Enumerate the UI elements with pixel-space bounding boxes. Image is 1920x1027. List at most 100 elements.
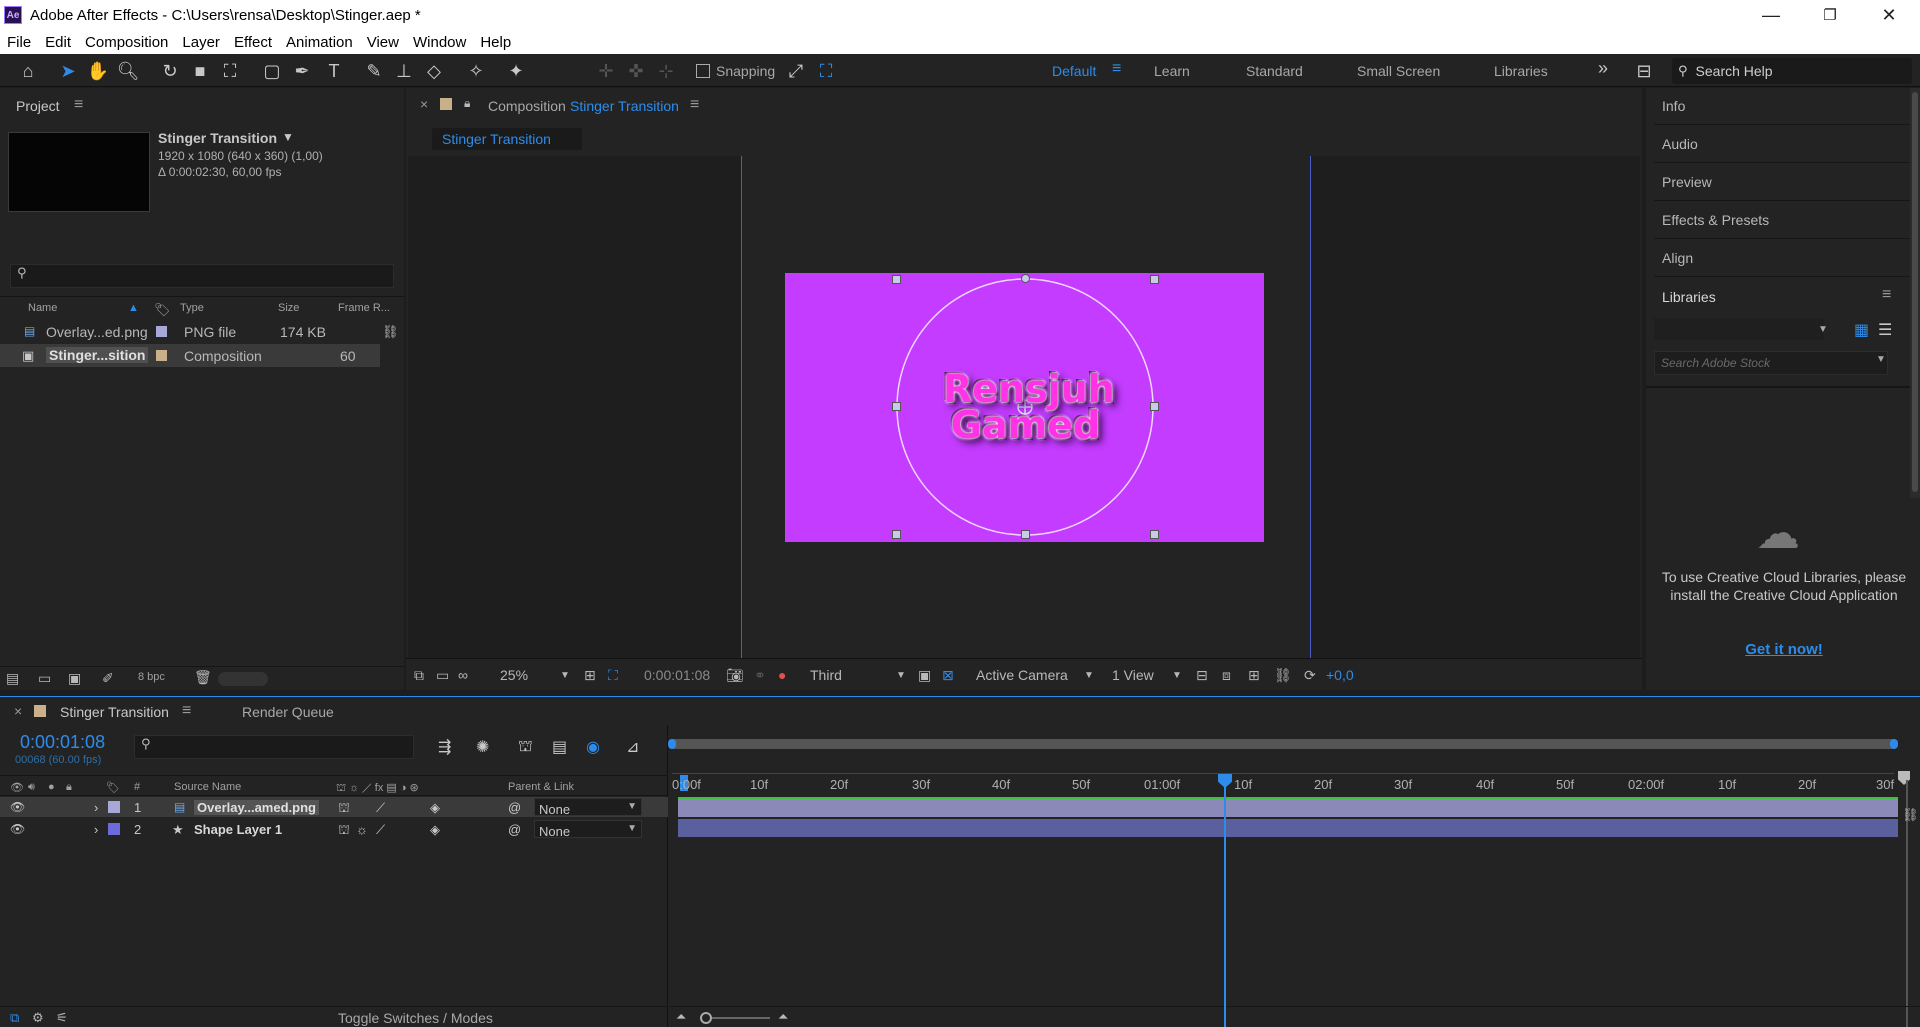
reset-exposure-button-icon[interactable]: ⟳	[1304, 667, 1316, 684]
solo-column-icon[interactable]: ●	[48, 781, 55, 793]
in-out-panes-icon[interactable]: ⚟	[56, 1010, 68, 1026]
layer-row-2[interactable]: 👁︎ › 2 ★ Shape Layer 1 ⛫ ☼ ⟋ ◈ @ None ▼	[0, 819, 668, 839]
workspace-standard[interactable]: Standard	[1246, 63, 1303, 79]
transfer-controls-icon[interactable]: ⚙	[32, 1010, 44, 1026]
expand-chevron-icon[interactable]: ›	[94, 800, 98, 815]
zoom-in-icon[interactable]: ⏶	[778, 1009, 788, 1025]
zoom-tool-icon[interactable]: 🔍︎	[116, 59, 140, 83]
reset-exposure-icon[interactable]: ⧈	[1222, 667, 1231, 684]
menu-help[interactable]: Help	[473, 34, 518, 51]
transparency-grid-icon[interactable]: ⊠	[942, 667, 954, 684]
close-window-button[interactable]: ✕	[1860, 0, 1918, 30]
pick-whip-icon[interactable]: @	[508, 800, 521, 815]
rotation-tool-icon[interactable]: ↻	[158, 59, 182, 83]
workspace-small-screen[interactable]: Small Screen	[1357, 63, 1440, 79]
snap-features-icon[interactable]: ⛶	[814, 59, 838, 83]
workspace-learn[interactable]: Learn	[1154, 63, 1190, 79]
panel-effects-presets[interactable]: Effects & Presets	[1662, 212, 1769, 228]
audio-column-icon[interactable]: 🔊︎	[28, 781, 35, 794]
shy-switch-icon[interactable]: ⛫	[338, 800, 350, 818]
panel-menu-icon[interactable]: ≡	[74, 96, 83, 114]
shy-switch-icon[interactable]: ⛫	[338, 822, 350, 840]
workspace-libraries[interactable]: Libraries	[1494, 63, 1548, 79]
panel-preview[interactable]: Preview	[1662, 174, 1712, 190]
camera-snapshot-icon[interactable]: 📷︎	[726, 667, 744, 684]
label-tag-icon[interactable]: 🏷︎	[154, 302, 171, 318]
new-folder-icon[interactable]: ▭	[38, 670, 51, 687]
flowchart-icon[interactable]: ⛓	[1274, 667, 1292, 684]
menu-window[interactable]: Window	[406, 34, 473, 51]
composition-frame[interactable]: Rensjuh Gamed	[785, 273, 1264, 542]
more-workspaces-button[interactable]: »	[1598, 58, 1608, 79]
new-composition-icon[interactable]: ▣	[68, 670, 81, 687]
shy-layers-icon[interactable]: ⛫	[518, 737, 533, 757]
axis-world-icon[interactable]: ✜	[624, 59, 648, 83]
panel-align[interactable]: Align	[1662, 250, 1693, 266]
menu-composition[interactable]: Composition	[78, 34, 175, 51]
panel-menu-icon[interactable]: ≡	[182, 702, 191, 720]
transform-handle[interactable]	[1150, 402, 1159, 411]
zoom-dropdown[interactable]: 25%	[500, 667, 528, 683]
color-channels-icon[interactable]: ●	[778, 667, 786, 683]
workspace-menu-icon[interactable]: ≡	[1112, 60, 1121, 78]
sort-ascending-icon[interactable]: ▲	[128, 302, 139, 314]
snapping-checkbox[interactable]	[696, 64, 710, 78]
home-icon[interactable]: ⌂	[16, 59, 40, 83]
transform-handle[interactable]	[1150, 530, 1159, 539]
composition-viewer[interactable]: Rensjuh Gamed	[408, 156, 1640, 658]
panel-menu-icon[interactable]: ≡	[1882, 286, 1891, 304]
show-snapshot-icon[interactable]: ⚭	[754, 667, 766, 684]
minimize-button[interactable]: —	[1742, 0, 1800, 30]
transform-handle[interactable]	[1021, 274, 1030, 283]
column-size[interactable]: Size	[278, 302, 299, 314]
view-layout-dropdown[interactable]: 1 View	[1112, 667, 1154, 683]
layer-2-duration-bar[interactable]	[678, 819, 1898, 837]
lock-column-icon[interactable]: 🔒︎	[66, 781, 72, 794]
layer-name[interactable]: Shape Layer 1	[194, 822, 282, 837]
composition-end-marker[interactable]	[1898, 771, 1910, 785]
project-search-input[interactable]: ⚲	[10, 264, 394, 288]
graph-editor-icon[interactable]: ⊿	[626, 737, 639, 757]
pick-whip-icon[interactable]: @	[508, 822, 521, 837]
hand-tool-icon[interactable]: ✋	[86, 59, 110, 83]
camera-tool-icon[interactable]: ■	[188, 59, 212, 83]
project-item-composition[interactable]: ▣ Stinger...sition Composition 60	[0, 344, 380, 367]
project-item-png[interactable]: ▤ Overlay...ed.png PNG file 174 KB	[0, 320, 380, 343]
viewer-timecode[interactable]: 0:00:01:08	[644, 667, 710, 683]
frame-blending-icon[interactable]: ▤	[552, 737, 567, 757]
thumbnail-slider[interactable]	[218, 672, 268, 686]
close-icon[interactable]: ×	[420, 96, 428, 112]
menu-view[interactable]: View	[360, 34, 406, 51]
label-color-swatch[interactable]	[156, 350, 167, 361]
column-frame-rate[interactable]: Frame R...	[338, 302, 390, 314]
chevron-down-icon[interactable]: ▼	[1818, 324, 1828, 335]
exposure-value[interactable]: +0,0	[1326, 667, 1354, 683]
current-time-indicator-line[interactable]	[1224, 785, 1226, 1027]
current-time-display[interactable]: 0:00:01:08	[20, 732, 105, 753]
visibility-column-icon[interactable]: 👁︎	[10, 781, 24, 794]
transform-handle[interactable]	[892, 402, 901, 411]
scrollbar-thumb[interactable]	[1912, 92, 1918, 492]
pen-tool-icon[interactable]: ✒	[290, 59, 314, 83]
label-column-icon[interactable]: 🏷︎	[106, 781, 120, 794]
menu-animation[interactable]: Animation	[279, 34, 360, 51]
pan-behind-tool-icon[interactable]: ⛶	[218, 59, 242, 83]
fit-frame-icon[interactable]: ⊞	[584, 667, 596, 684]
layer-label-swatch[interactable]	[108, 801, 120, 813]
menu-layer[interactable]: Layer	[175, 34, 227, 51]
comp-tab-name[interactable]: Stinger Transition	[570, 98, 679, 114]
transform-handle[interactable]	[892, 275, 901, 284]
eye-icon[interactable]: 👁︎	[10, 800, 25, 814]
label-color-swatch[interactable]	[156, 326, 167, 337]
layer-row-1[interactable]: 👁︎ › 1 ▤ Overlay...amed.png ⛫ ⟋ ◈ @ None…	[0, 797, 668, 817]
zoom-slider-thumb[interactable]	[700, 1012, 712, 1024]
selection-tool-icon[interactable]: ➤	[56, 59, 80, 83]
render-queue-tab[interactable]: Render Queue	[242, 704, 334, 720]
project-panel-title[interactable]: Project	[16, 98, 60, 114]
clone-stamp-tool-icon[interactable]: ⊥	[392, 59, 416, 83]
layer-1-duration-bar[interactable]	[678, 797, 1898, 817]
scrollbar[interactable]	[1910, 88, 1920, 498]
fast-previews-icon[interactable]: ▣	[918, 667, 931, 684]
snap-edges-icon[interactable]: ⤢	[784, 59, 808, 83]
chevron-down-icon[interactable]: ▼	[1876, 354, 1886, 365]
